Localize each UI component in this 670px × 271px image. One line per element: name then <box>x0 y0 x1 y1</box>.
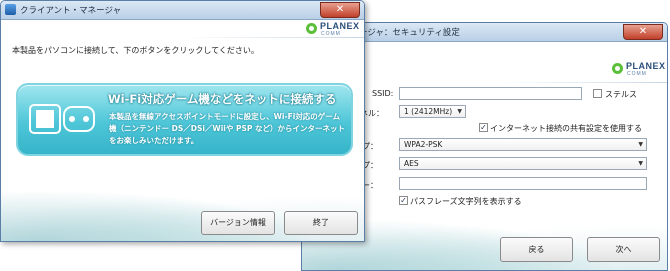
internet-share-label: インターネット接続の共有設定を使用する <box>490 124 642 133</box>
planex-logo-mark-icon <box>306 23 317 34</box>
logo-brand-text: PLANEX <box>626 61 666 71</box>
client-close-button[interactable]: ✕ <box>320 2 360 18</box>
internet-share-checkbox[interactable]: ✓ <box>479 123 488 132</box>
planex-logo: PLANEX COMM <box>306 20 364 38</box>
client-window-title: クライアント・マネージャ <box>20 6 122 16</box>
ssid-input[interactable] <box>399 87 582 100</box>
chevron-down-icon: ▼ <box>638 160 643 167</box>
app-icon <box>5 4 16 15</box>
ssid-label: SSID: <box>372 89 394 98</box>
show-passphrase-label: パスフレーズ文字列を表示する <box>410 197 522 206</box>
connect-game-console-button[interactable]: Wi-Fi対応ゲーム機などをネットに接続する 本製品を無線アクセスポイントモード… <box>16 83 353 156</box>
exit-button[interactable]: 終了 <box>284 211 358 235</box>
banner-title: Wi-Fi対応ゲーム機などをネットに接続する <box>108 92 337 106</box>
client-client-area: PLANEX COMM 本製品をパソコンに接続して、下のボタンをクリックしてくだ… <box>1 20 364 241</box>
encrypt-type-value: AES <box>404 159 419 168</box>
client-manager-window: クライアント・マネージャ ✕ PLANEX COMM 本製品をパソコンに接続して… <box>0 0 365 242</box>
back-button[interactable]: 戻る <box>500 237 573 262</box>
logo-divider <box>502 82 667 83</box>
banner-desc-line-1: 本製品を無線アクセスポイントモードに設定し、Wi-Fi対応のゲーム <box>109 112 341 121</box>
instruction-text: 本製品をパソコンに接続して、下のボタンをクリックしてください。 <box>12 46 259 55</box>
channel-select[interactable]: 1 (2412MHz) ▼ <box>399 105 466 118</box>
show-passphrase-checkbox[interactable]: ✓ <box>399 196 408 205</box>
banner-desc-line-2: 機（ニンテンドー DS／DSi／Wiiや PSP など）からインターネット <box>109 124 345 133</box>
chevron-down-icon: ▼ <box>638 141 643 148</box>
stealth-label: ステルス <box>605 90 637 99</box>
client-titlebar[interactable]: クライアント・マネージャ ✕ <box>1 1 364 20</box>
next-button[interactable]: 次へ <box>587 237 660 262</box>
auth-type-select[interactable]: WPA2-PSK ▼ <box>399 138 647 151</box>
logo-divider <box>181 37 364 38</box>
banner-desc-line-3: をお楽しみいただけます。 <box>109 136 199 145</box>
auth-type-value: WPA2-PSK <box>404 140 443 149</box>
stealth-checkbox[interactable] <box>593 89 602 98</box>
planex-logo-mark-icon <box>612 63 623 74</box>
logo-sub-text: COMM <box>627 71 647 77</box>
security-close-button[interactable]: ✕ <box>623 24 663 40</box>
game-console-icon <box>28 99 98 139</box>
key-input[interactable] <box>399 177 647 190</box>
version-info-button[interactable]: バージョン情報 <box>201 211 275 235</box>
channel-value: 1 (2412MHz) <box>404 107 453 116</box>
chevron-down-icon: ▼ <box>457 108 462 115</box>
logo-brand-text: PLANEX <box>320 21 360 31</box>
planex-logo: PLANEX COMM <box>612 60 667 78</box>
encrypt-type-select[interactable]: AES ▼ <box>399 157 647 170</box>
